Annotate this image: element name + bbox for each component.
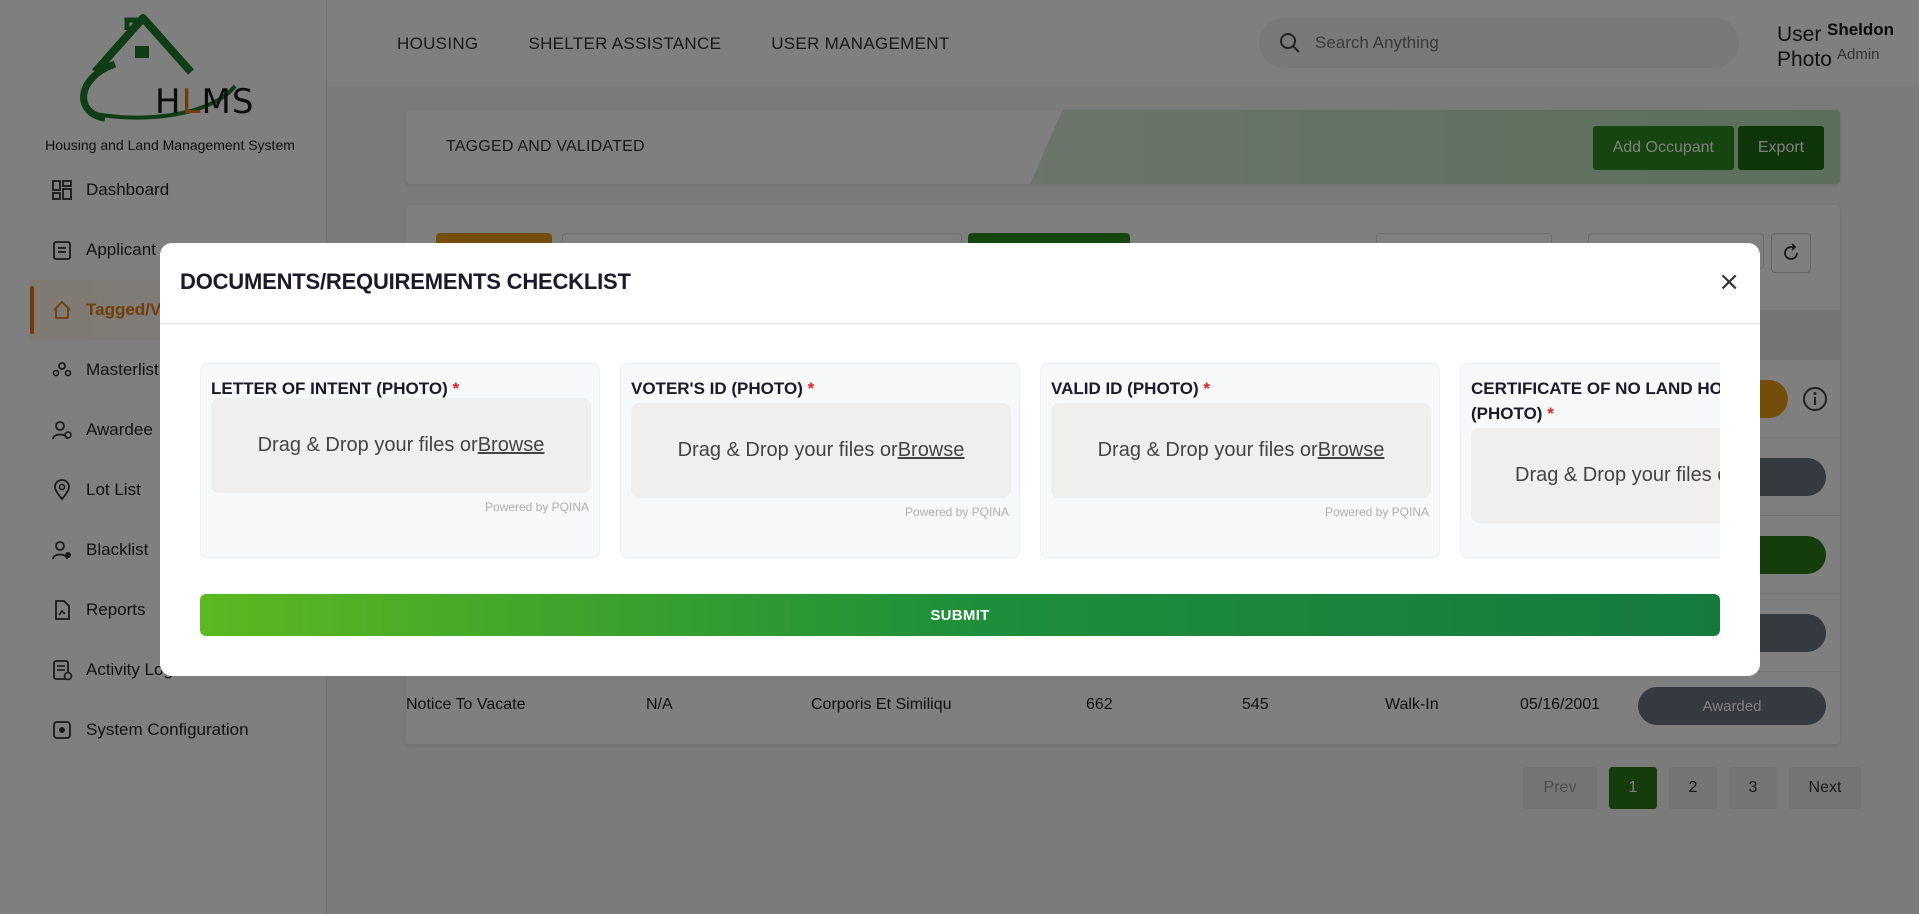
pqina-credit: Powered by PQINA [904, 505, 1009, 519]
browse-link[interactable]: Browse [898, 439, 965, 462]
upload-row: LETTER OF INTENT (PHOTO) * Drag & Drop y… [200, 363, 1720, 558]
upload-letter-of-intent: LETTER OF INTENT (PHOTO) * Drag & Drop y… [200, 363, 600, 558]
upload-voters-id: VOTER'S ID (PHOTO) * Drag & Drop your fi… [620, 363, 1020, 558]
upload-valid-id: VALID ID (PHOTO) * Drag & Drop your file… [1040, 363, 1440, 558]
upload-label: CERTIFICATE OF NO LAND HO (PHOTO) * [1471, 379, 1720, 423]
file-dropzone[interactable]: Drag & Drop your files o [1471, 428, 1720, 523]
file-dropzone[interactable]: Drag & Drop your files or Browse [1051, 403, 1431, 498]
pqina-credit: Powered by PQINA [484, 500, 589, 514]
upload-certificate-no-land-holding: CERTIFICATE OF NO LAND HO (PHOTO) * Drag… [1460, 363, 1720, 558]
file-dropzone[interactable]: Drag & Drop your files or Browse [631, 403, 1011, 498]
modal-title: DOCUMENTS/REQUIREMENTS CHECKLIST [180, 269, 631, 294]
file-dropzone[interactable]: Drag & Drop your files or Browse [211, 398, 591, 493]
close-button[interactable]: × [1718, 269, 1740, 295]
browse-link[interactable]: Browse [1318, 439, 1385, 462]
upload-label: VOTER'S ID (PHOTO) * [631, 379, 815, 398]
upload-label: VALID ID (PHOTO) * [1051, 379, 1211, 398]
submit-button[interactable]: SUBMIT [200, 594, 1720, 636]
documents-checklist-modal: DOCUMENTS/REQUIREMENTS CHECKLIST × LETTE… [160, 243, 1760, 676]
divider [160, 323, 1760, 324]
pqina-credit: Powered by PQINA [1324, 505, 1429, 519]
browse-link[interactable]: Browse [478, 434, 545, 457]
